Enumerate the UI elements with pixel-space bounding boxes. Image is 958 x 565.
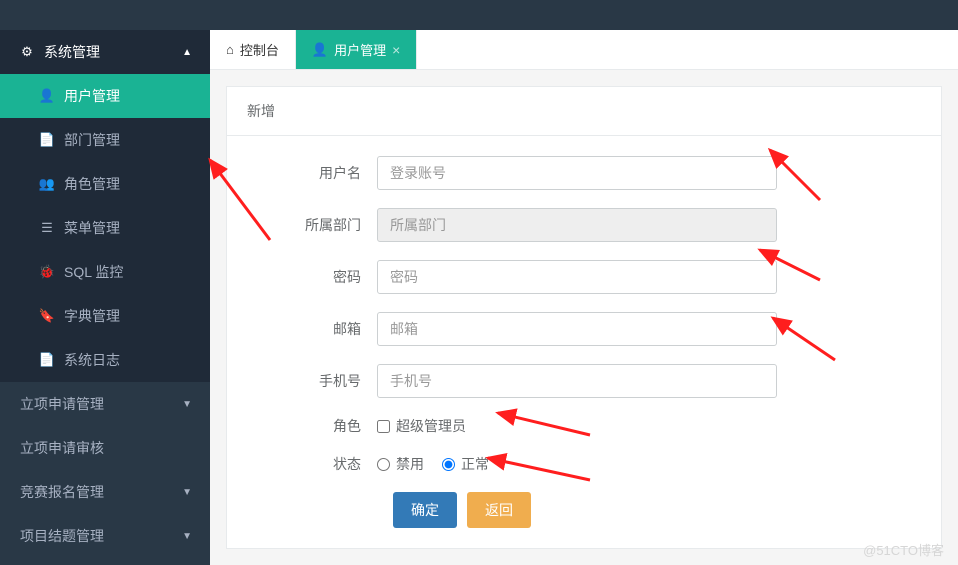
- label-status: 状态: [247, 454, 377, 474]
- email-input[interactable]: [377, 312, 777, 346]
- menu-label: 系统管理: [44, 42, 100, 62]
- chevron-down-icon: ▼: [182, 531, 192, 542]
- sub-label: 系统日志: [64, 350, 120, 370]
- menu-label: 立项申请管理: [20, 394, 104, 414]
- role-super-checkbox[interactable]: [377, 420, 390, 433]
- sidebar-item-sql[interactable]: 🐞 SQL 监控: [0, 250, 210, 294]
- gear-icon: ⚙: [20, 44, 34, 60]
- status-normal-radio[interactable]: [442, 458, 455, 471]
- menu-label: 项目结题管理: [20, 526, 104, 546]
- home-icon: ⌂: [226, 42, 234, 57]
- tabs: ⌂ 控制台 👤 用户管理 ×: [210, 30, 958, 70]
- sub-label: 菜单管理: [64, 218, 120, 238]
- label-username: 用户名: [247, 163, 377, 183]
- phone-input[interactable]: [377, 364, 777, 398]
- sub-label: 用户管理: [64, 86, 120, 106]
- close-icon[interactable]: ×: [392, 42, 400, 58]
- sidebar-item-dict[interactable]: 🔖 字典管理: [0, 294, 210, 338]
- sub-label: 角色管理: [64, 174, 120, 194]
- dept-input[interactable]: [377, 208, 777, 242]
- submenu-system: 👤 用户管理 📄 部门管理 👥 角色管理 ☰ 菜单管理 🐞 SQL 监控 🔖: [0, 74, 210, 382]
- status-normal-option[interactable]: 正常: [442, 454, 489, 474]
- tab-label: 用户管理: [334, 40, 386, 59]
- sub-label: 字典管理: [64, 306, 120, 326]
- file-icon: 📄: [40, 352, 54, 368]
- chevron-down-icon: ▼: [182, 487, 192, 498]
- label-role: 角色: [247, 416, 377, 436]
- topbar: [0, 0, 958, 30]
- sidebar-item-log[interactable]: 📄 系统日志: [0, 338, 210, 382]
- list-icon: ☰: [40, 220, 54, 236]
- label-dept: 所属部门: [247, 215, 377, 235]
- sidebar-item-dept[interactable]: 📄 部门管理: [0, 118, 210, 162]
- label-password: 密码: [247, 267, 377, 287]
- sidebar-item-users[interactable]: 👤 用户管理: [0, 74, 210, 118]
- status-disabled-label: 禁用: [396, 454, 424, 474]
- tab-label: 控制台: [240, 40, 279, 59]
- tab-console[interactable]: ⌂ 控制台: [210, 30, 296, 69]
- menu-label: 立项申请审核: [20, 438, 104, 458]
- watermark: @51CTO博客: [863, 540, 944, 559]
- status-normal-label: 正常: [461, 454, 489, 474]
- submit-button[interactable]: 确定: [393, 492, 457, 528]
- sidebar-item-menu[interactable]: ☰ 菜单管理: [0, 206, 210, 250]
- role-super-label: 超级管理员: [396, 416, 466, 436]
- status-disabled-option[interactable]: 禁用: [377, 454, 424, 474]
- sub-label: 部门管理: [64, 130, 120, 150]
- form-panel: 新增 用户名 所属部门 密码: [226, 86, 942, 549]
- password-input[interactable]: [377, 260, 777, 294]
- label-phone: 手机号: [247, 371, 377, 391]
- menu-project-close[interactable]: 项目结题管理 ▼: [0, 514, 210, 558]
- user-icon: 👤: [312, 42, 328, 58]
- role-super-option[interactable]: 超级管理员: [377, 416, 466, 436]
- sidebar-item-role[interactable]: 👥 角色管理: [0, 162, 210, 206]
- username-input[interactable]: [377, 156, 777, 190]
- user-icon: 👤: [40, 88, 54, 104]
- chevron-down-icon: ▼: [182, 399, 192, 410]
- sub-label: SQL 监控: [64, 262, 123, 282]
- menu-system[interactable]: ⚙ 系统管理 ▲: [0, 30, 210, 74]
- bookmark-icon: 🔖: [40, 308, 54, 324]
- menu-label: 竞赛报名管理: [20, 482, 104, 502]
- sidebar: ⚙ 系统管理 ▲ 👤 用户管理 📄 部门管理 👥 角色管理 ☰ 菜单管理 🐞: [0, 30, 210, 565]
- role-icon: 👥: [40, 176, 54, 192]
- menu-apply-mgmt[interactable]: 立项申请管理 ▼: [0, 382, 210, 426]
- label-email: 邮箱: [247, 319, 377, 339]
- tab-user-mgmt[interactable]: 👤 用户管理 ×: [296, 30, 417, 69]
- menu-apply-review[interactable]: 立项申请审核: [0, 426, 210, 470]
- back-button[interactable]: 返回: [467, 492, 531, 528]
- bug-icon: 🐞: [40, 264, 54, 280]
- menu-contest[interactable]: 竞赛报名管理 ▼: [0, 470, 210, 514]
- status-disabled-radio[interactable]: [377, 458, 390, 471]
- chevron-up-icon: ▲: [182, 47, 192, 58]
- dept-icon: 📄: [40, 132, 54, 148]
- panel-title: 新增: [227, 87, 941, 136]
- main: ⌂ 控制台 👤 用户管理 × 新增 用户名 所属部门: [210, 30, 958, 565]
